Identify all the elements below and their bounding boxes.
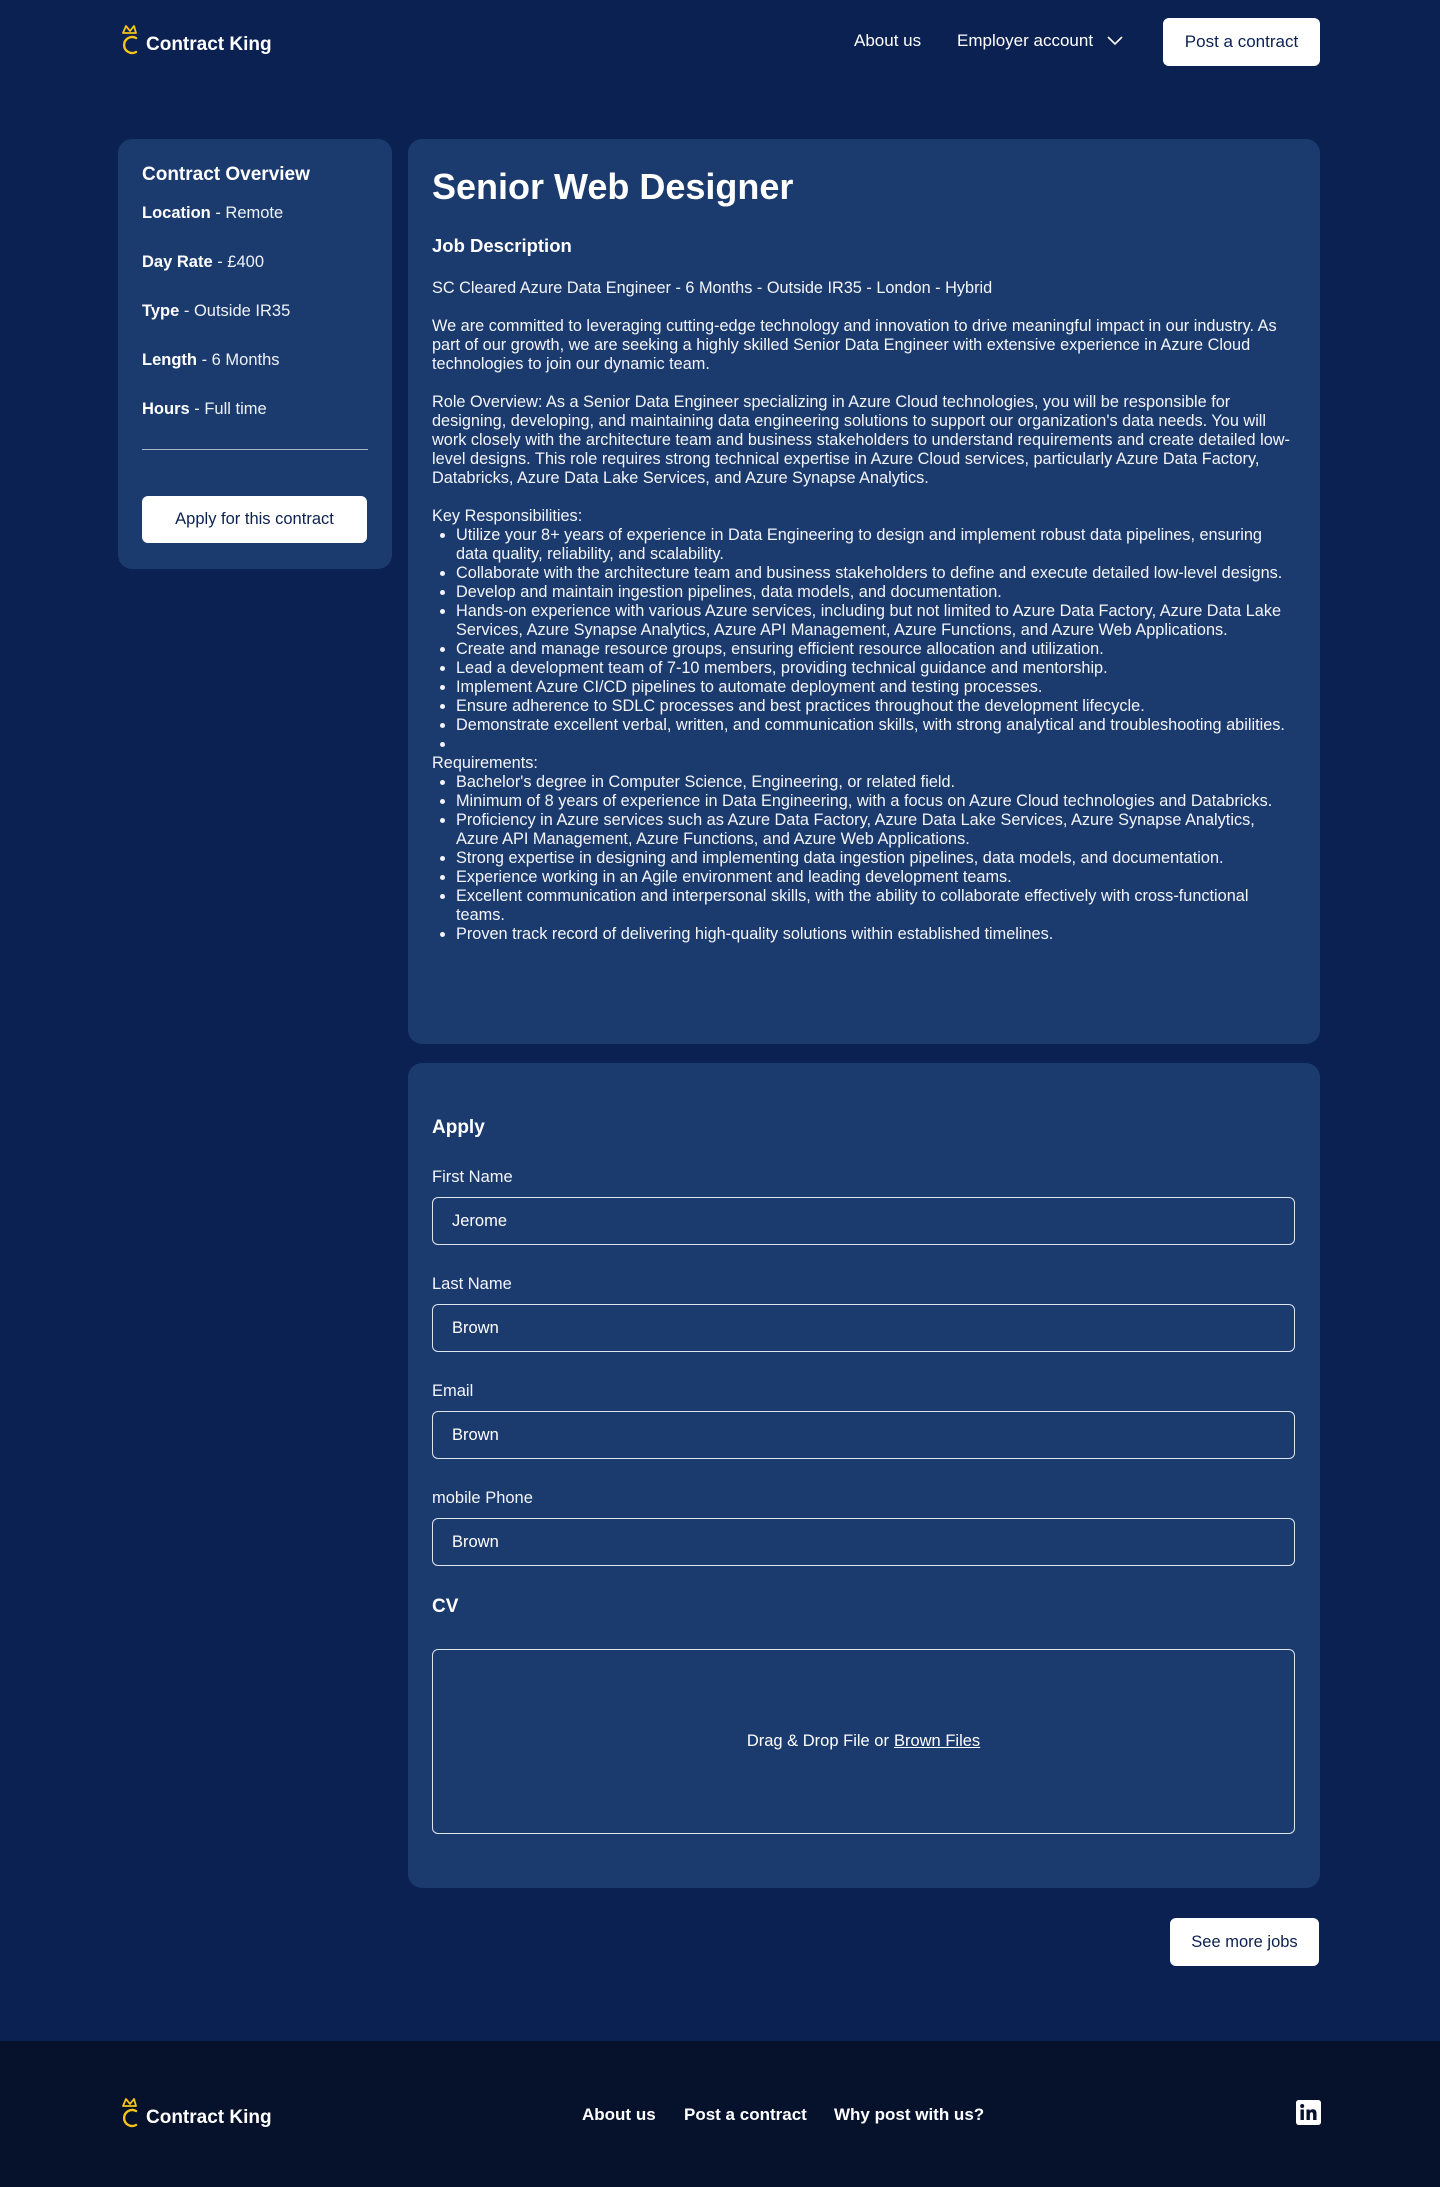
overview-label: Location [142, 204, 211, 222]
list-item: Strong expertise in designing and implem… [456, 849, 1296, 868]
logo[interactable]: Contract King [118, 24, 272, 56]
overview-value: - 6 Months [197, 351, 280, 369]
apply-for-contract-button[interactable]: Apply for this contract [142, 496, 367, 543]
list-item: Utilize your 8+ years of experience in D… [456, 526, 1296, 564]
list-item: Develop and maintain ingestion pipelines… [456, 583, 1296, 602]
overview-length: Length - 6 Months [142, 351, 368, 369]
overview-label: Type [142, 302, 180, 320]
list-item: Ensure adherence to SDLC processes and b… [456, 697, 1296, 716]
chevron-down-icon [1107, 36, 1123, 46]
cv-dropzone[interactable]: Drag & Drop File or Brown Files [432, 1649, 1295, 1834]
mobile-phone-field[interactable] [432, 1518, 1295, 1566]
overview-divider [142, 449, 368, 450]
job-summary-line: SC Cleared Azure Data Engineer - 6 Month… [432, 279, 993, 297]
overview-hours: Hours - Full time [142, 400, 368, 418]
first-name-field[interactable] [432, 1197, 1295, 1245]
list-item: Hands-on experience with various Azure s… [456, 602, 1296, 640]
list-item: Minimum of 8 years of experience in Data… [456, 792, 1296, 811]
overview-value: - £400 [212, 253, 264, 271]
job-description-heading: Job Description [432, 235, 572, 256]
footer-link-why-post[interactable]: Why post with us? [834, 2105, 984, 2125]
list-item: Proficiency in Azure services such as Az… [456, 811, 1296, 849]
list-item: Implement Azure CI/CD pipelines to autom… [456, 678, 1296, 697]
overview-day-rate: Day Rate - £400 [142, 253, 368, 271]
overview-label: Hours [142, 400, 190, 418]
responsibilities-label: Key Responsibilities: [432, 507, 583, 525]
list-item: Excellent communication and interpersona… [456, 887, 1296, 925]
overview-title: Contract Overview [142, 164, 310, 185]
overview-value: - Full time [189, 400, 267, 418]
requirements-label: Requirements: [432, 754, 538, 772]
requirements-list: Bachelor's degree in Computer Science, E… [432, 773, 1296, 944]
apply-form-card: Apply First Name Last Name Email mobile … [408, 1063, 1320, 1888]
cv-heading: CV [432, 1596, 459, 1617]
list-item: Experience working in an Agile environme… [456, 868, 1296, 887]
overview-type: Type - Outside IR35 [142, 302, 368, 320]
nav-employer-label: Employer account [957, 31, 1094, 50]
logo-text: Contract King [146, 34, 272, 55]
linkedin-icon[interactable] [1296, 2100, 1321, 2125]
crown-icon [118, 24, 144, 56]
footer-logo-text: Contract King [146, 2107, 272, 2128]
email-label: Email [432, 1382, 474, 1400]
list-item: Create and manage resource groups, ensur… [456, 640, 1296, 659]
post-contract-button[interactable]: Post a contract [1163, 18, 1320, 66]
overview-value: - Outside IR35 [179, 302, 291, 320]
mobile-phone-label: mobile Phone [432, 1489, 533, 1507]
see-more-jobs-button[interactable]: See more jobs [1170, 1918, 1319, 1966]
overview-value: - Remote [210, 204, 284, 222]
footer-link-post-contract[interactable]: Post a contract [684, 2105, 807, 2125]
dropzone-text: Drag & Drop File or [746, 1732, 889, 1750]
last-name-label: Last Name [432, 1275, 512, 1293]
job-role-overview: Role Overview: As a Senior Data Engineer… [432, 393, 1290, 487]
list-item: Bachelor's degree in Computer Science, E… [456, 773, 1296, 792]
footer-logo[interactable]: Contract King [118, 2097, 272, 2129]
list-item: Lead a development team of 7-10 members,… [456, 659, 1296, 678]
site-header: Contract King About us Employer account … [0, 0, 1440, 84]
job-intro: We are committed to leveraging cutting-e… [432, 317, 1277, 373]
site-footer: Contract King About us Post a contract W… [0, 2041, 1440, 2187]
browse-files-link[interactable]: Brown Files [894, 1732, 980, 1751]
list-item: Demonstrate excellent verbal, written, a… [456, 716, 1296, 735]
list-item-empty [456, 735, 1296, 754]
list-item: Collaborate with the architecture team a… [456, 564, 1296, 583]
responsibilities-list: Utilize your 8+ years of experience in D… [432, 526, 1296, 754]
first-name-label: First Name [432, 1168, 513, 1186]
nav-employer-account[interactable]: Employer account [957, 31, 1123, 51]
overview-label: Day Rate [142, 253, 213, 271]
nav-about-us[interactable]: About us [854, 31, 921, 51]
apply-heading: Apply [432, 1117, 485, 1138]
overview-location: Location - Remote [142, 204, 368, 222]
footer-link-about[interactable]: About us [582, 2105, 656, 2125]
list-item: Proven track record of delivering high-q… [456, 925, 1296, 944]
job-title: Senior Web Designer [432, 166, 794, 207]
crown-icon [118, 2097, 144, 2129]
last-name-field[interactable] [432, 1304, 1295, 1352]
contract-overview-card: Contract Overview Location - Remote Day … [118, 139, 392, 569]
overview-label: Length [142, 351, 197, 369]
email-field[interactable] [432, 1411, 1295, 1459]
job-description-card: Senior Web Designer Job Description SC C… [408, 139, 1320, 1044]
